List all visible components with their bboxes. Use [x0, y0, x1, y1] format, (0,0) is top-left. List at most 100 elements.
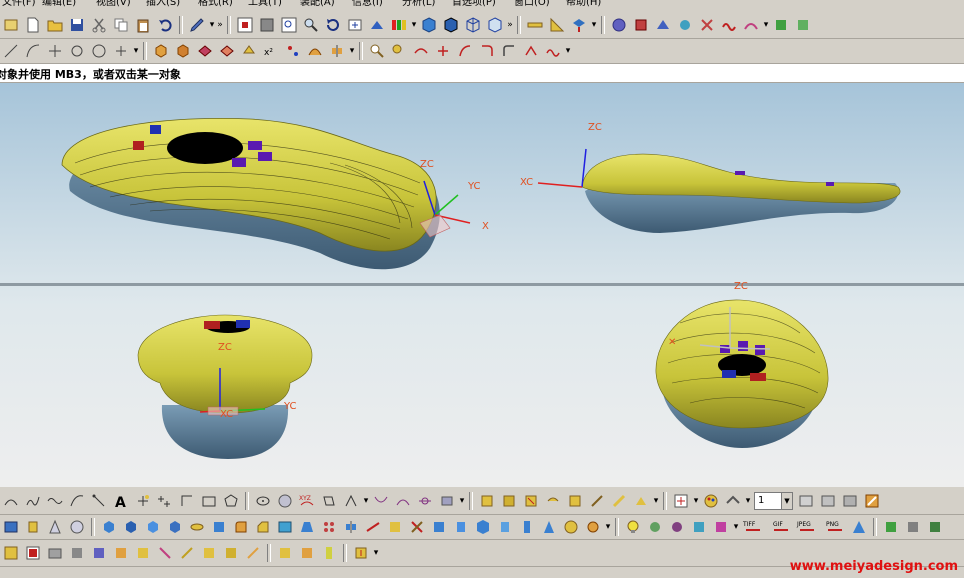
line-icon[interactable]: [2, 42, 20, 60]
expression-icon[interactable]: [200, 544, 218, 562]
surface-edit-icon[interactable]: [276, 544, 294, 562]
zoom-window-icon[interactable]: [258, 16, 276, 34]
sheet-metal-icon[interactable]: [352, 544, 370, 562]
menu-tools[interactable]: 工具(T): [248, 0, 282, 9]
pocket-icon[interactable]: [144, 518, 162, 536]
x-form-icon[interactable]: [298, 544, 316, 562]
wave-curve-icon[interactable]: [544, 42, 562, 60]
chevron-down-icon[interactable]: ▾: [372, 544, 380, 562]
work-layer-field[interactable]: 1 ▼: [754, 492, 793, 510]
section-view-icon[interactable]: [570, 16, 588, 34]
edit-arc-icon[interactable]: [566, 492, 584, 510]
measure-icon[interactable]: [526, 16, 544, 34]
studio-spline-icon[interactable]: [68, 492, 86, 510]
surface-analysis-icon[interactable]: [742, 16, 760, 34]
chevron-down-icon[interactable]: ▾: [762, 16, 770, 34]
boolean-icon[interactable]: [240, 42, 258, 60]
save-icon[interactable]: [68, 16, 86, 34]
graphics-window[interactable]: ZC YC X ZC XC ZC XC YC ZC ✕: [0, 83, 964, 487]
render-icon[interactable]: [646, 518, 664, 536]
suppress-icon[interactable]: [112, 544, 130, 562]
bridge-curve-icon[interactable]: [412, 42, 430, 60]
perspective-icon[interactable]: [368, 16, 386, 34]
fillet-curve-icon[interactable]: [500, 42, 518, 60]
stretch-icon[interactable]: [588, 492, 606, 510]
trim-body-icon[interactable]: [408, 518, 426, 536]
ellipse-tool-icon[interactable]: [254, 492, 272, 510]
material-icon[interactable]: [668, 518, 686, 536]
model-canvas[interactable]: ZC YC X ZC XC ZC XC YC ZC ✕: [0, 83, 964, 487]
paste-icon[interactable]: [134, 16, 152, 34]
undo-icon[interactable]: [156, 16, 174, 34]
plus-icon[interactable]: [112, 42, 130, 60]
block-icon[interactable]: [2, 518, 20, 536]
text-tool-icon[interactable]: A: [112, 492, 130, 510]
chamfer-icon[interactable]: [254, 518, 272, 536]
boss-icon[interactable]: [122, 518, 140, 536]
shaded-cube-icon[interactable]: [420, 16, 438, 34]
chevron-down-icon[interactable]: ▾: [652, 492, 660, 510]
playback-icon[interactable]: [244, 544, 262, 562]
hidden-wire-cube-icon[interactable]: [486, 16, 504, 34]
chevron-down-icon[interactable]: ▾: [590, 16, 598, 34]
extrude-icon[interactable]: [152, 42, 170, 60]
edit-object-icon[interactable]: [188, 16, 206, 34]
hide-icon[interactable]: [863, 492, 881, 510]
edge-blend-icon[interactable]: [232, 518, 250, 536]
point-set-tool-icon[interactable]: [156, 492, 174, 510]
slot-icon[interactable]: [188, 518, 206, 536]
green-tool-icon[interactable]: [772, 16, 790, 34]
export-jpeg-icon[interactable]: JPEG: [796, 518, 820, 536]
project-curve-icon[interactable]: [456, 42, 474, 60]
circle-icon[interactable]: [68, 42, 86, 60]
update-icon[interactable]: [222, 544, 240, 562]
assembly-icon[interactable]: [610, 16, 628, 34]
length-icon[interactable]: [610, 492, 628, 510]
sphere-body-icon[interactable]: [562, 518, 580, 536]
menu-help[interactable]: 帮助(H): [566, 0, 601, 9]
replay-icon[interactable]: [178, 544, 196, 562]
helix-icon[interactable]: [90, 492, 108, 510]
edit-feature-icon[interactable]: [2, 544, 20, 562]
copy-to-layer-icon[interactable]: [841, 492, 859, 510]
trim-curve-icon[interactable]: [434, 42, 452, 60]
mate-component-icon[interactable]: [654, 16, 672, 34]
transform-icon[interactable]: x²: [262, 42, 280, 60]
remove-params-icon[interactable]: [156, 544, 174, 562]
layer-tool-icon[interactable]: [724, 492, 742, 510]
revolve-icon[interactable]: [174, 42, 192, 60]
mirror-body-icon[interactable]: [342, 518, 360, 536]
visualization-icon[interactable]: [882, 518, 900, 536]
sew-icon[interactable]: [364, 518, 382, 536]
wireframe-cube-icon[interactable]: [464, 16, 482, 34]
edit-params-icon[interactable]: [500, 492, 518, 510]
zoom-box-icon[interactable]: [280, 16, 298, 34]
thread-icon[interactable]: [584, 518, 602, 536]
chevron-down-icon[interactable]: ▾: [132, 42, 140, 60]
simplify-curve-icon[interactable]: [416, 492, 434, 510]
edit-position-icon[interactable]: [46, 544, 64, 562]
trim-corner-icon[interactable]: [522, 492, 540, 510]
projection-icon[interactable]: [342, 492, 360, 510]
color-palette-icon[interactable]: [702, 492, 720, 510]
move-feature-icon[interactable]: [68, 544, 86, 562]
chevron-down-icon[interactable]: ▾: [732, 518, 740, 536]
extract-icon[interactable]: [452, 518, 470, 536]
shell-icon[interactable]: [276, 518, 294, 536]
intersect-curve-icon[interactable]: [438, 492, 456, 510]
iso-trim-icon[interactable]: [320, 544, 338, 562]
zoom-icon[interactable]: [302, 16, 320, 34]
split-curve-icon[interactable]: [478, 42, 496, 60]
curve-analysis-icon[interactable]: [368, 42, 386, 60]
divide-curve-icon[interactable]: [544, 492, 562, 510]
menu-insert[interactable]: 插入(S): [146, 0, 180, 9]
chevron-down-icon[interactable]: ▾: [208, 16, 216, 34]
green-tool-2-icon[interactable]: [794, 16, 812, 34]
chevron-down-icon[interactable]: ▾: [744, 492, 752, 510]
arc-tool-icon[interactable]: [2, 492, 20, 510]
chevron-down-icon[interactable]: ▼: [781, 493, 792, 509]
export-tiff-icon[interactable]: TIFF: [742, 518, 766, 536]
sphere-icon[interactable]: [68, 518, 86, 536]
copy-icon[interactable]: [112, 16, 130, 34]
shaded-analysis-icon[interactable]: [904, 518, 922, 536]
